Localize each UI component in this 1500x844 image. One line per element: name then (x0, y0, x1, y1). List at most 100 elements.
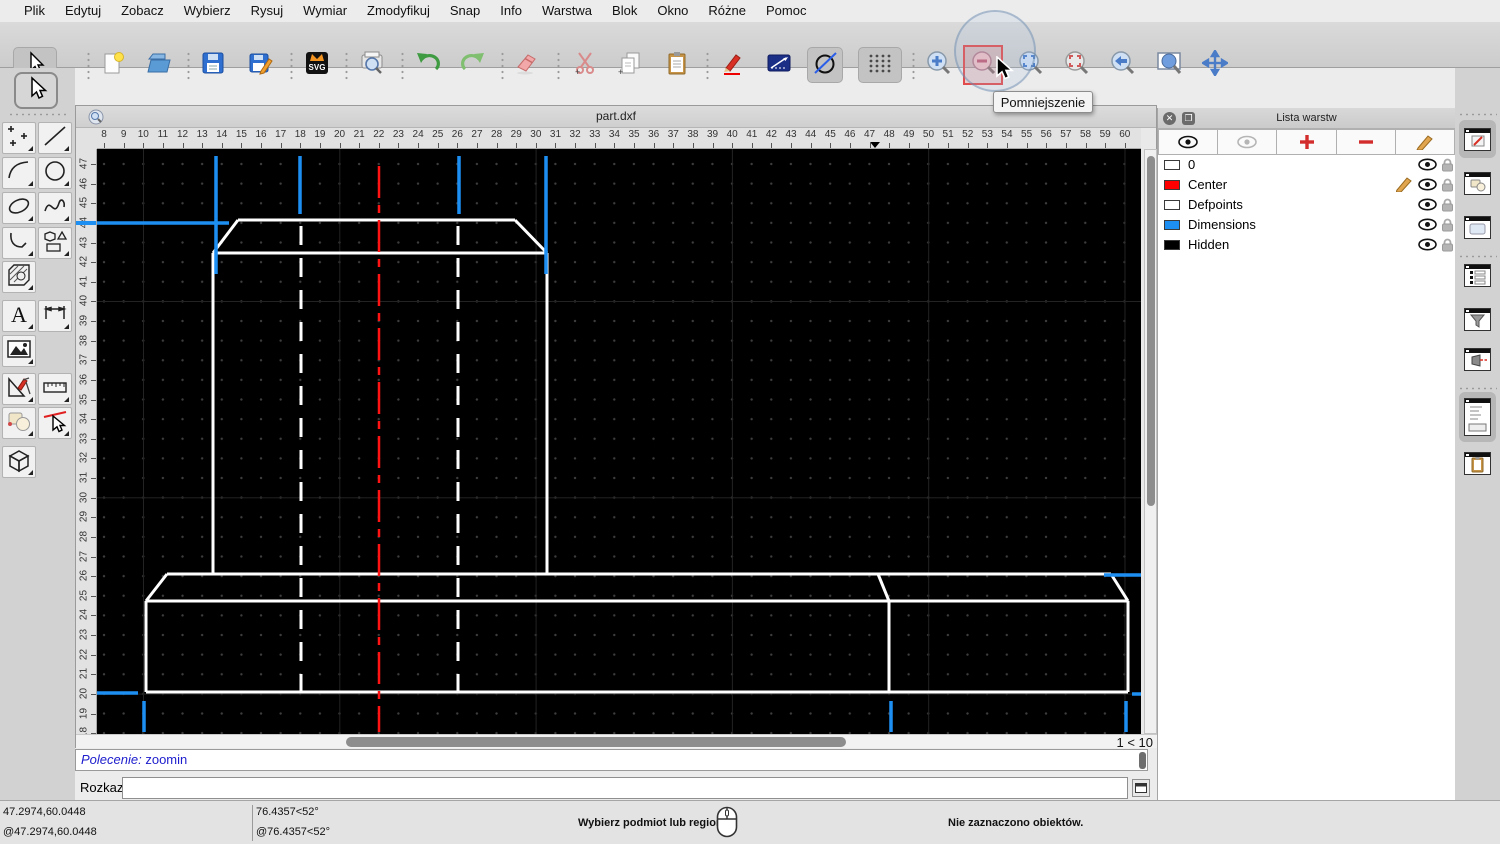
hatch-tool-button[interactable] (2, 261, 36, 293)
h-ruler-label: 11 (158, 129, 168, 140)
svg-text:+: + (575, 67, 580, 76)
save-button[interactable] (195, 47, 231, 83)
pen-wizard-dock-button[interactable] (1464, 348, 1491, 371)
command-window-toggle-button[interactable] (1132, 779, 1150, 797)
menu-zmodyfikuj[interactable]: Zmodyfikuj (357, 0, 440, 22)
layer-visibility-icon[interactable] (1418, 218, 1437, 236)
zoom-page-button[interactable] (1151, 47, 1187, 83)
menu-pomoc[interactable]: Pomoc (756, 0, 816, 22)
redo-button[interactable] (455, 47, 491, 83)
open-file-button[interactable] (140, 47, 176, 83)
show-all-layers-button[interactable] (1158, 129, 1218, 155)
pen-settings-button[interactable] (715, 47, 751, 83)
command-dock-button[interactable] (1464, 398, 1491, 436)
cad-line-outline[interactable] (515, 220, 547, 253)
clipboard-dock-button[interactable] (1464, 452, 1491, 475)
menu-info[interactable]: Info (490, 0, 532, 22)
clipboard-icon (664, 50, 690, 81)
hide-all-layers-button[interactable] (1218, 129, 1277, 155)
ellipse-tool-button[interactable] (2, 192, 36, 224)
zoom-selection-button[interactable] (1058, 47, 1094, 83)
menu-snap[interactable]: Snap (440, 0, 490, 22)
menu-rysuj[interactable]: Rysuj (241, 0, 294, 22)
measure-tool-button[interactable] (38, 373, 72, 405)
v-ruler-label: 41 (79, 274, 90, 288)
layer-row-center[interactable]: Center (1158, 175, 1455, 195)
shapes-tool-button[interactable] (38, 227, 72, 259)
print-preview-button[interactable] (354, 47, 390, 83)
menu-plik[interactable]: Plik (14, 0, 55, 22)
ortho-circle-toggle[interactable] (807, 47, 843, 83)
text-tool-button[interactable]: A (2, 300, 36, 332)
zoom-in-button[interactable] (920, 47, 956, 83)
remove-layer-button[interactable] (1337, 129, 1396, 155)
previous-view-button[interactable] (1104, 47, 1140, 83)
command-history-scrollbar[interactable] (1139, 752, 1146, 769)
menu-blok[interactable]: Blok (602, 0, 647, 22)
ruler-icon (42, 374, 68, 405)
v-ruler-tick (91, 714, 96, 715)
horizontal-scrollbar-thumb[interactable] (346, 737, 846, 747)
polyline-tool-button[interactable] (2, 227, 36, 259)
svg-export-button[interactable]: SVG (299, 47, 335, 83)
copy-button[interactable]: + (612, 47, 648, 83)
layer-visibility-icon[interactable] (1418, 198, 1437, 216)
menu-wymiar[interactable]: Wymiar (293, 0, 357, 22)
menu-okno[interactable]: Okno (647, 0, 698, 22)
3d-box-button[interactable] (2, 446, 36, 478)
cut-button[interactable]: + (567, 47, 603, 83)
library-dock-button[interactable] (1464, 216, 1491, 239)
cad-line-outline[interactable] (878, 574, 889, 601)
circle-tool-button[interactable] (38, 157, 72, 189)
selection-tool-button[interactable] (14, 72, 58, 109)
layer-row-defpoints[interactable]: Defpoints (1158, 195, 1455, 215)
entity-list-dock-button[interactable] (1464, 264, 1491, 287)
add-layer-button[interactable] (1277, 129, 1336, 155)
h-ruler-tick (987, 143, 988, 148)
pick-entity-button[interactable] (38, 407, 72, 439)
filter-dock-button[interactable] (1464, 308, 1491, 331)
h-ruler-tick (811, 143, 812, 148)
dimension-tool-button[interactable] (38, 300, 72, 332)
cad-tools-button[interactable] (2, 373, 36, 405)
layer-visibility-icon[interactable] (1418, 238, 1437, 256)
auto-zoom-button[interactable] (1197, 47, 1233, 83)
arc-tool-button[interactable] (2, 157, 36, 189)
layer-row-hidden[interactable]: Hidden (1158, 235, 1455, 255)
drawing-canvas[interactable] (97, 149, 1141, 734)
command-input[interactable] (122, 777, 1128, 799)
layer-row-dimensions[interactable]: Dimensions (1158, 215, 1455, 235)
layer-visibility-icon[interactable] (1418, 178, 1437, 196)
menu-zobacz[interactable]: Zobacz (111, 0, 174, 22)
cad-line-outline[interactable] (1111, 574, 1128, 601)
menu-warstwa[interactable]: Warstwa (532, 0, 602, 22)
new-document-icon (100, 50, 126, 81)
cad-line-outline[interactable] (146, 574, 167, 601)
new-document-button[interactable] (95, 47, 131, 83)
blocks-dock-button[interactable] (1464, 172, 1491, 195)
block-tools-button[interactable] (2, 407, 36, 439)
menu-edytuj[interactable]: Edytuj (55, 0, 111, 22)
layer-visibility-icon[interactable] (1418, 158, 1437, 176)
points-tool-button[interactable] (2, 122, 36, 154)
undo-button[interactable] (410, 47, 446, 83)
horizontal-scrollbar[interactable]: 1 < 10 (76, 734, 1158, 749)
v-ruler-tick (91, 184, 96, 185)
vertical-scrollbar[interactable] (1144, 149, 1157, 734)
layers-dock-button[interactable] (1464, 128, 1491, 151)
vertical-scrollbar-thumb[interactable] (1147, 156, 1155, 506)
line-tool-button[interactable] (38, 122, 72, 154)
grid-toggle[interactable] (858, 47, 902, 83)
dimension-settings-button[interactable] (761, 47, 797, 83)
layer-row-0[interactable]: 0 (1158, 155, 1455, 175)
image-tool-button[interactable] (2, 335, 36, 367)
menu-wybierz[interactable]: Wybierz (174, 0, 241, 22)
layer-lock-icon[interactable] (1441, 238, 1454, 257)
edit-layer-button[interactable] (1396, 129, 1455, 155)
paste-button[interactable] (659, 47, 695, 83)
v-ruler-tick (91, 419, 96, 420)
delete-button[interactable] (509, 47, 545, 83)
save-as-button[interactable] (243, 47, 279, 83)
menu-różne[interactable]: Różne (698, 0, 756, 22)
spline-tool-button[interactable] (38, 192, 72, 224)
